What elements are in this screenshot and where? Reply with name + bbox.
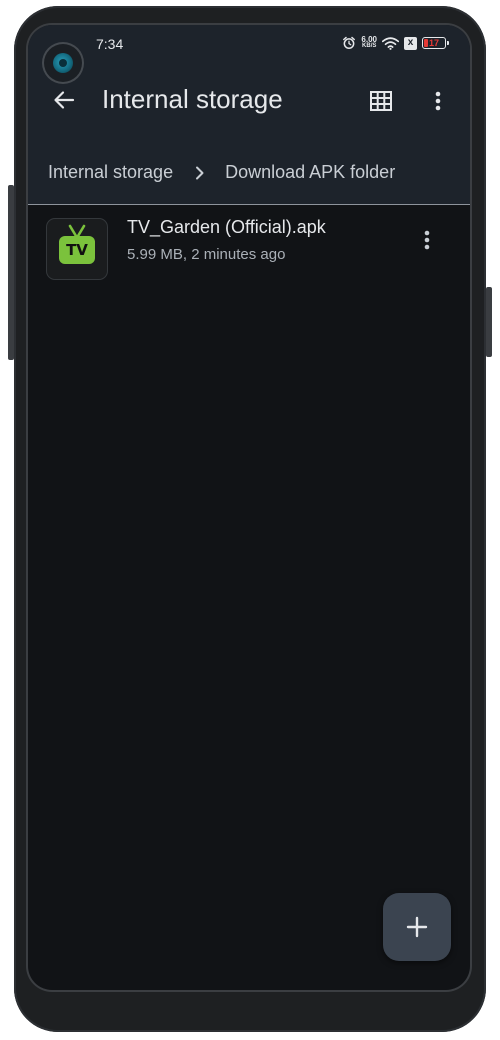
file-more-button[interactable]	[415, 226, 439, 254]
app-bar: 7:34 6.00 KB/S x 17 Internal storage Int…	[28, 25, 470, 204]
breadcrumb-item-download-apk-folder[interactable]: Download APK folder	[225, 162, 395, 183]
status-time: 7:34	[96, 36, 124, 52]
breadcrumb-item-internal-storage[interactable]: Internal storage	[48, 162, 173, 183]
wifi-icon	[382, 36, 399, 50]
battery-fill	[424, 39, 428, 47]
plus-icon	[406, 916, 428, 938]
status-icons: 6.00 KB/S x 17	[342, 36, 449, 50]
grid-view-icon	[370, 91, 392, 111]
tv-logo: TV	[59, 236, 95, 264]
more-options-button[interactable]	[426, 87, 450, 115]
more-vert-icon	[435, 91, 441, 111]
breadcrumb: Internal storage Download APK folder	[48, 162, 395, 183]
network-speed-value: 6.00	[361, 35, 377, 44]
list-item[interactable]: TV TV_Garden (Official).apk 5.99 MB, 2 m…	[28, 215, 470, 285]
page-title: Internal storage	[102, 84, 283, 114]
add-button[interactable]	[383, 893, 451, 961]
power-button	[486, 287, 492, 357]
back-button[interactable]	[50, 86, 78, 114]
screen: 7:34 6.00 KB/S x 17 Internal storage Int…	[28, 25, 470, 990]
network-speed: 6.00 KB/S	[361, 36, 377, 50]
file-name: TV_Garden (Official).apk	[127, 217, 326, 237]
file-thumbnail: TV	[47, 219, 107, 279]
more-vert-icon	[424, 230, 430, 250]
volume-button	[8, 185, 14, 360]
grid-view-button[interactable]	[368, 88, 394, 114]
battery-icon: 17	[422, 37, 449, 49]
battery-level: 17	[428, 37, 439, 48]
chevron-right-icon	[196, 166, 204, 179]
sim-icon: x	[404, 36, 417, 50]
arrow-back-icon	[54, 91, 75, 109]
network-speed-unit: KB/S	[362, 43, 377, 49]
file-meta: 5.99 MB, 2 minutes ago	[127, 246, 286, 263]
alarm-icon	[343, 36, 356, 50]
front-camera	[44, 44, 82, 82]
divider	[28, 204, 470, 205]
